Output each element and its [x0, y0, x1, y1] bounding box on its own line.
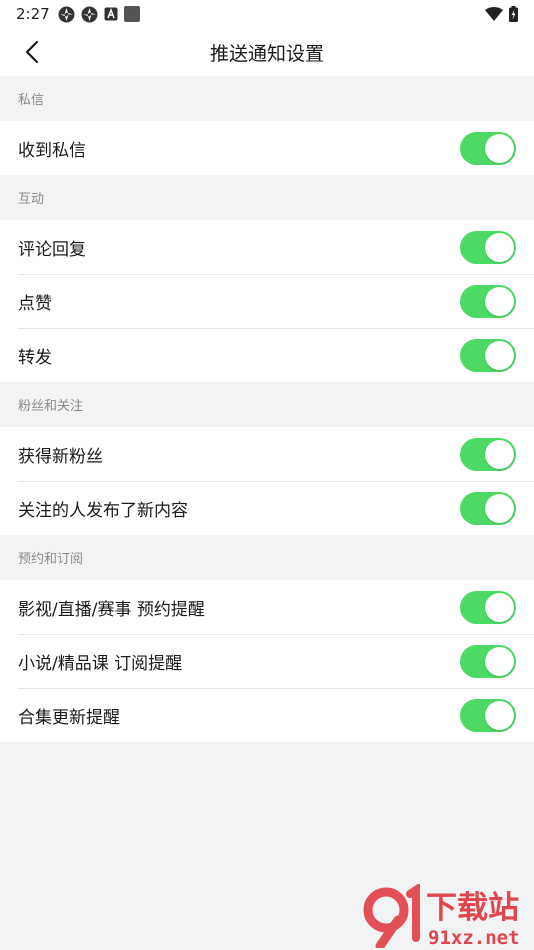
setting-label: 合集更新提醒	[18, 707, 120, 728]
status-right	[485, 6, 518, 22]
setting-row: 关注的人发布了新内容	[0, 481, 534, 535]
status-bar: 2:27	[0, 0, 534, 28]
toggle-knob	[485, 646, 514, 676]
setting-row: 转发	[0, 328, 534, 382]
status-left: 2:27	[16, 5, 140, 23]
toggle-knob	[485, 700, 514, 730]
app-notification-icon	[81, 6, 98, 22]
setting-label: 影视/直播/赛事 预约提醒	[18, 599, 205, 620]
setting-label: 评论回复	[18, 239, 86, 260]
toggle-switch[interactable]	[460, 338, 516, 372]
app-notification-icon	[58, 6, 75, 22]
battery-charging-icon	[509, 6, 518, 22]
toggle-knob	[485, 340, 514, 370]
back-button[interactable]	[12, 28, 52, 76]
page-title: 推送通知设置	[209, 42, 324, 65]
section-header: 预约和订阅	[18, 552, 84, 567]
setting-label: 点赞	[18, 293, 52, 314]
watermark-domain: 91xz.net	[428, 927, 520, 948]
toggle-switch[interactable]	[460, 698, 516, 732]
setting-row: 合集更新提醒	[0, 688, 534, 742]
toggle-knob	[485, 592, 514, 622]
toggle-switch[interactable]	[460, 230, 516, 264]
setting-row: 点赞	[0, 274, 534, 328]
setting-row: 评论回复	[0, 220, 534, 274]
status-time: 2:27	[16, 5, 50, 23]
settings-group-fans-follows: 获得新粉丝 关注的人发布了新内容	[0, 427, 534, 535]
toggle-switch[interactable]	[460, 644, 516, 678]
section-header: 私信	[18, 93, 45, 108]
section-header: 粉丝和关注	[18, 399, 84, 414]
setting-label: 收到私信	[18, 140, 86, 161]
nav-bar: 推送通知设置	[0, 28, 534, 76]
setting-row: 影视/直播/赛事 预约提醒	[0, 580, 534, 634]
section-header: 互动	[18, 192, 45, 207]
toggle-switch[interactable]	[460, 284, 516, 318]
toggle-switch[interactable]	[460, 437, 516, 471]
toggle-knob	[485, 439, 514, 469]
a-box-icon	[104, 7, 118, 21]
toggle-switch[interactable]	[460, 131, 516, 165]
setting-label: 获得新粉丝	[18, 446, 103, 467]
setting-label: 关注的人发布了新内容	[18, 500, 188, 521]
settings-group-subscriptions: 影视/直播/赛事 预约提醒 小说/精品课 订阅提醒 合集更新提醒	[0, 580, 534, 742]
toggle-knob	[485, 286, 514, 316]
chevron-left-icon	[25, 40, 39, 64]
toggle-knob	[485, 232, 514, 262]
toggle-knob	[485, 133, 514, 163]
settings-group-interactions: 评论回复 点赞 转发	[0, 220, 534, 382]
setting-row: 收到私信	[0, 121, 534, 175]
toggle-switch[interactable]	[460, 491, 516, 525]
settings-group-private-messages: 收到私信	[0, 121, 534, 175]
setting-label: 小说/精品课 订阅提醒	[18, 653, 183, 674]
wifi-icon	[485, 7, 503, 21]
toggle-knob	[485, 493, 514, 523]
setting-label: 转发	[18, 347, 52, 368]
watermark-logo: 下载站 91xz.net	[363, 884, 520, 948]
setting-row: 获得新粉丝	[0, 427, 534, 481]
setting-row: 小说/精品课 订阅提醒	[0, 634, 534, 688]
notification-icons	[58, 6, 140, 23]
watermark-brand: 下载站	[426, 890, 519, 926]
square-notification-icon	[123, 6, 140, 22]
toggle-switch[interactable]	[460, 590, 516, 624]
